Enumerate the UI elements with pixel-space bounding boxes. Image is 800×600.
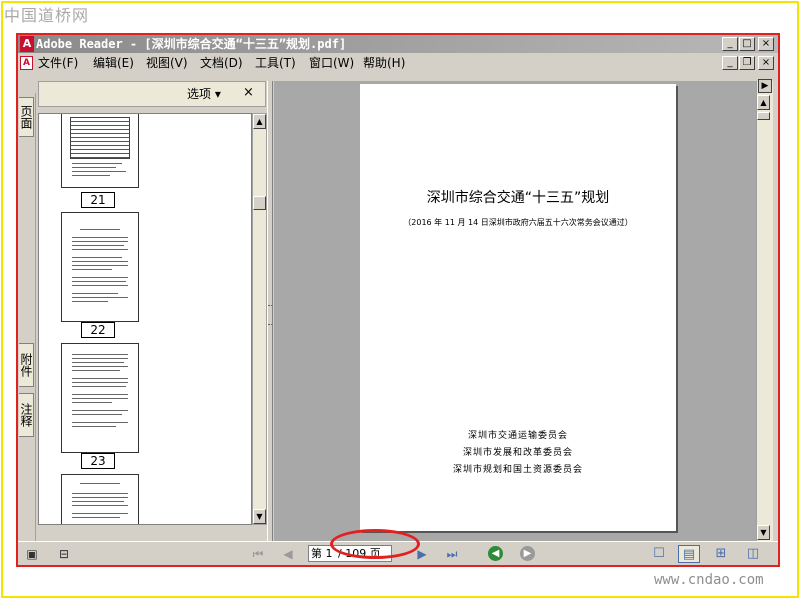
tab-attachments[interactable]: 附件 xyxy=(19,343,34,387)
window-title: Adobe Reader - [深圳市综合交通“十三五”规划.pdf] xyxy=(36,37,347,51)
menu-file[interactable]: 文件(F) xyxy=(38,56,78,70)
splitter-grip-icon xyxy=(268,305,272,325)
document-subtitle: （2016 年 11 月 14 日深圳市政府六届五十六次常务会议通过） xyxy=(403,218,633,227)
thumbnail-page-number: 21 xyxy=(81,192,115,208)
menu-help[interactable]: 帮助(H) xyxy=(363,56,405,70)
facing-view-icon[interactable]: ⊞ xyxy=(710,545,732,563)
menu-bar: A 文件(F) 编辑(E) 视图(V) 文档(D) 工具(T) 窗口(W) 帮助… xyxy=(18,53,778,73)
thumbnails-panel-header: 选项 ▾ × xyxy=(38,81,266,107)
menu-view[interactable]: 视图(V) xyxy=(146,56,188,70)
options-menu-button[interactable]: 选项 ▾ xyxy=(187,87,221,101)
page-size-icon[interactable]: ⊟ xyxy=(56,546,72,562)
document-title: 深圳市综合交通“十三五”规划 xyxy=(426,190,610,206)
document-scrollbar[interactable]: ▲ ▼ xyxy=(756,81,773,543)
thumbnail-page[interactable] xyxy=(61,474,139,524)
maximize-button[interactable]: □ xyxy=(739,37,755,51)
title-bar: A Adobe Reader - [深圳市综合交通“十三五”规划.pdf] _ … xyxy=(18,35,778,53)
issuing-organization: 深圳市规划和国土资源委员会 xyxy=(452,465,583,475)
page-prefix: 第 xyxy=(311,547,322,560)
doc-restore-button[interactable]: ❐ xyxy=(739,56,755,70)
previous-page-icon[interactable]: ◀ xyxy=(280,546,296,562)
close-panel-button[interactable]: × xyxy=(243,86,254,100)
adobe-reader-icon: A xyxy=(20,36,34,52)
doc-scrollbar-thumb[interactable] xyxy=(757,112,770,120)
thumbnail-page-number: 23 xyxy=(81,453,115,469)
tab-comments[interactable]: 注释 xyxy=(19,393,34,437)
document-page: 深圳市综合交通“十三五”规划 （2016 年 11 月 14 日深圳市政府六届五… xyxy=(360,84,676,531)
reader-window: A Adobe Reader - [深圳市综合交通“十三五”规划.pdf] _ … xyxy=(16,33,780,567)
doc-close-button[interactable]: × xyxy=(758,56,774,70)
thumbnail-page[interactable] xyxy=(61,212,139,322)
red-highlight-ellipse xyxy=(330,529,420,559)
scrollbar-thumb[interactable] xyxy=(253,196,266,210)
thumbnail-page[interactable] xyxy=(61,343,139,453)
menu-document[interactable]: 文档(D) xyxy=(200,56,243,70)
single-page-view-icon[interactable]: ☐ xyxy=(648,545,670,563)
tab-pages[interactable]: 页面 xyxy=(19,97,34,137)
thumbnail-pane: 21 22 23 xyxy=(38,113,252,525)
pdf-document-icon: A xyxy=(20,56,33,70)
right-arrow-icon[interactable]: ▶ xyxy=(758,79,772,93)
watermark-bottom: www.cndao.com xyxy=(654,572,764,588)
watermark-top: 中国道桥网 xyxy=(4,6,90,25)
display-mode-icon[interactable]: ▣ xyxy=(24,546,40,562)
current-page: 1 xyxy=(325,547,333,560)
scroll-up-arrow-icon[interactable]: ▲ xyxy=(253,114,266,129)
doc-scroll-down-arrow-icon[interactable]: ▼ xyxy=(757,525,770,540)
doc-scroll-up-arrow-icon[interactable]: ▲ xyxy=(757,95,770,110)
continuous-view-icon[interactable]: ▤ xyxy=(678,545,700,563)
minimize-button[interactable]: _ xyxy=(722,37,738,51)
issuing-organization: 深圳市发展和改革委员会 xyxy=(462,448,573,458)
thumbnail-page-number: 22 xyxy=(81,322,115,338)
go-back-icon[interactable]: ◀ xyxy=(488,546,503,561)
thumbnail-page[interactable] xyxy=(61,114,139,188)
thumbnail-scrollbar[interactable]: ▲ ▼ xyxy=(252,113,267,525)
doc-minimize-button[interactable]: _ xyxy=(722,56,738,70)
go-forward-icon[interactable]: ▶ xyxy=(520,546,535,561)
document-view: 深圳市综合交通“十三五”规划 （2016 年 11 月 14 日深圳市政府六届五… xyxy=(274,81,756,543)
last-page-icon[interactable]: ⏭ xyxy=(444,546,460,562)
menu-tools[interactable]: 工具(T) xyxy=(255,56,296,70)
navigation-tab-strip: 页面 附件 注释 xyxy=(18,93,36,541)
continuous-facing-view-icon[interactable]: ◫ xyxy=(742,545,764,563)
scroll-down-arrow-icon[interactable]: ▼ xyxy=(253,509,266,524)
close-window-button[interactable]: × xyxy=(758,37,774,51)
menu-edit[interactable]: 编辑(E) xyxy=(93,56,134,70)
issuing-organization: 深圳市交通运输委员会 xyxy=(467,431,568,441)
first-page-icon[interactable]: ⏮ xyxy=(250,546,266,562)
menu-window[interactable]: 窗口(W) xyxy=(309,56,354,70)
